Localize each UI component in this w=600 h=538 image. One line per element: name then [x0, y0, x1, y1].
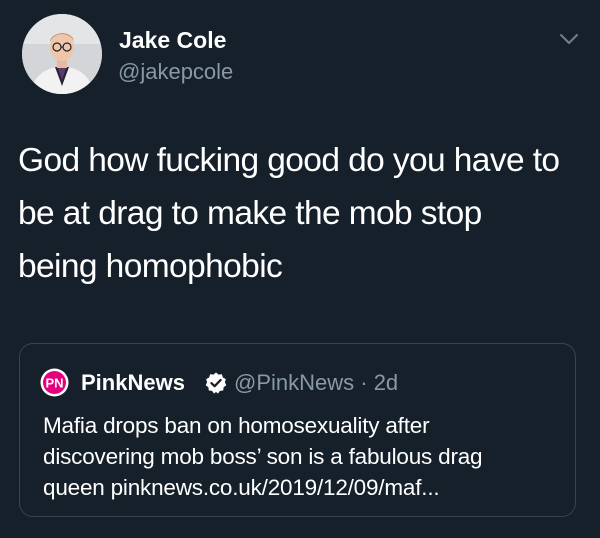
verified-badge-icon: [205, 372, 227, 394]
chevron-down-icon[interactable]: [558, 30, 580, 48]
tweet-text-line: be at drag to make the mob stop: [18, 195, 482, 232]
avatar[interactable]: [22, 14, 102, 94]
quoted-handle-time[interactable]: @PinkNews · 2d: [234, 370, 398, 396]
quoted-tweet-card[interactable]: PN PinkNews @PinkNews · 2d Mafia drops b…: [19, 343, 576, 517]
tweet-text-line: being homophobic: [18, 248, 283, 285]
quoted-text-line: discovering mob boss’ son is a fabulous …: [43, 444, 483, 469]
tweet-text-line: God how fucking good do you have to: [18, 142, 560, 179]
tweet-text: God how fucking good do you have to be a…: [18, 134, 583, 293]
author-handle[interactable]: @jakepcole: [118, 59, 233, 85]
tweet: Jake Cole @jakepcole God how fucking goo…: [0, 0, 600, 538]
quoted-author-name[interactable]: PinkNews: [81, 370, 185, 396]
author-display-name[interactable]: Jake Cole: [119, 27, 226, 54]
quoted-text-line: Mafia drops ban on homosexuality after: [43, 413, 430, 438]
quoted-text-line: queen pinknews.co.uk/2019/12/09/maf...: [43, 475, 440, 500]
quoted-tweet-text: Mafia drops ban on homosexuality after d…: [43, 410, 563, 503]
pinknews-logo-icon: PN: [40, 368, 69, 397]
pinknews-logo-text: PN: [45, 376, 63, 391]
profile-photo-icon: [22, 14, 102, 94]
